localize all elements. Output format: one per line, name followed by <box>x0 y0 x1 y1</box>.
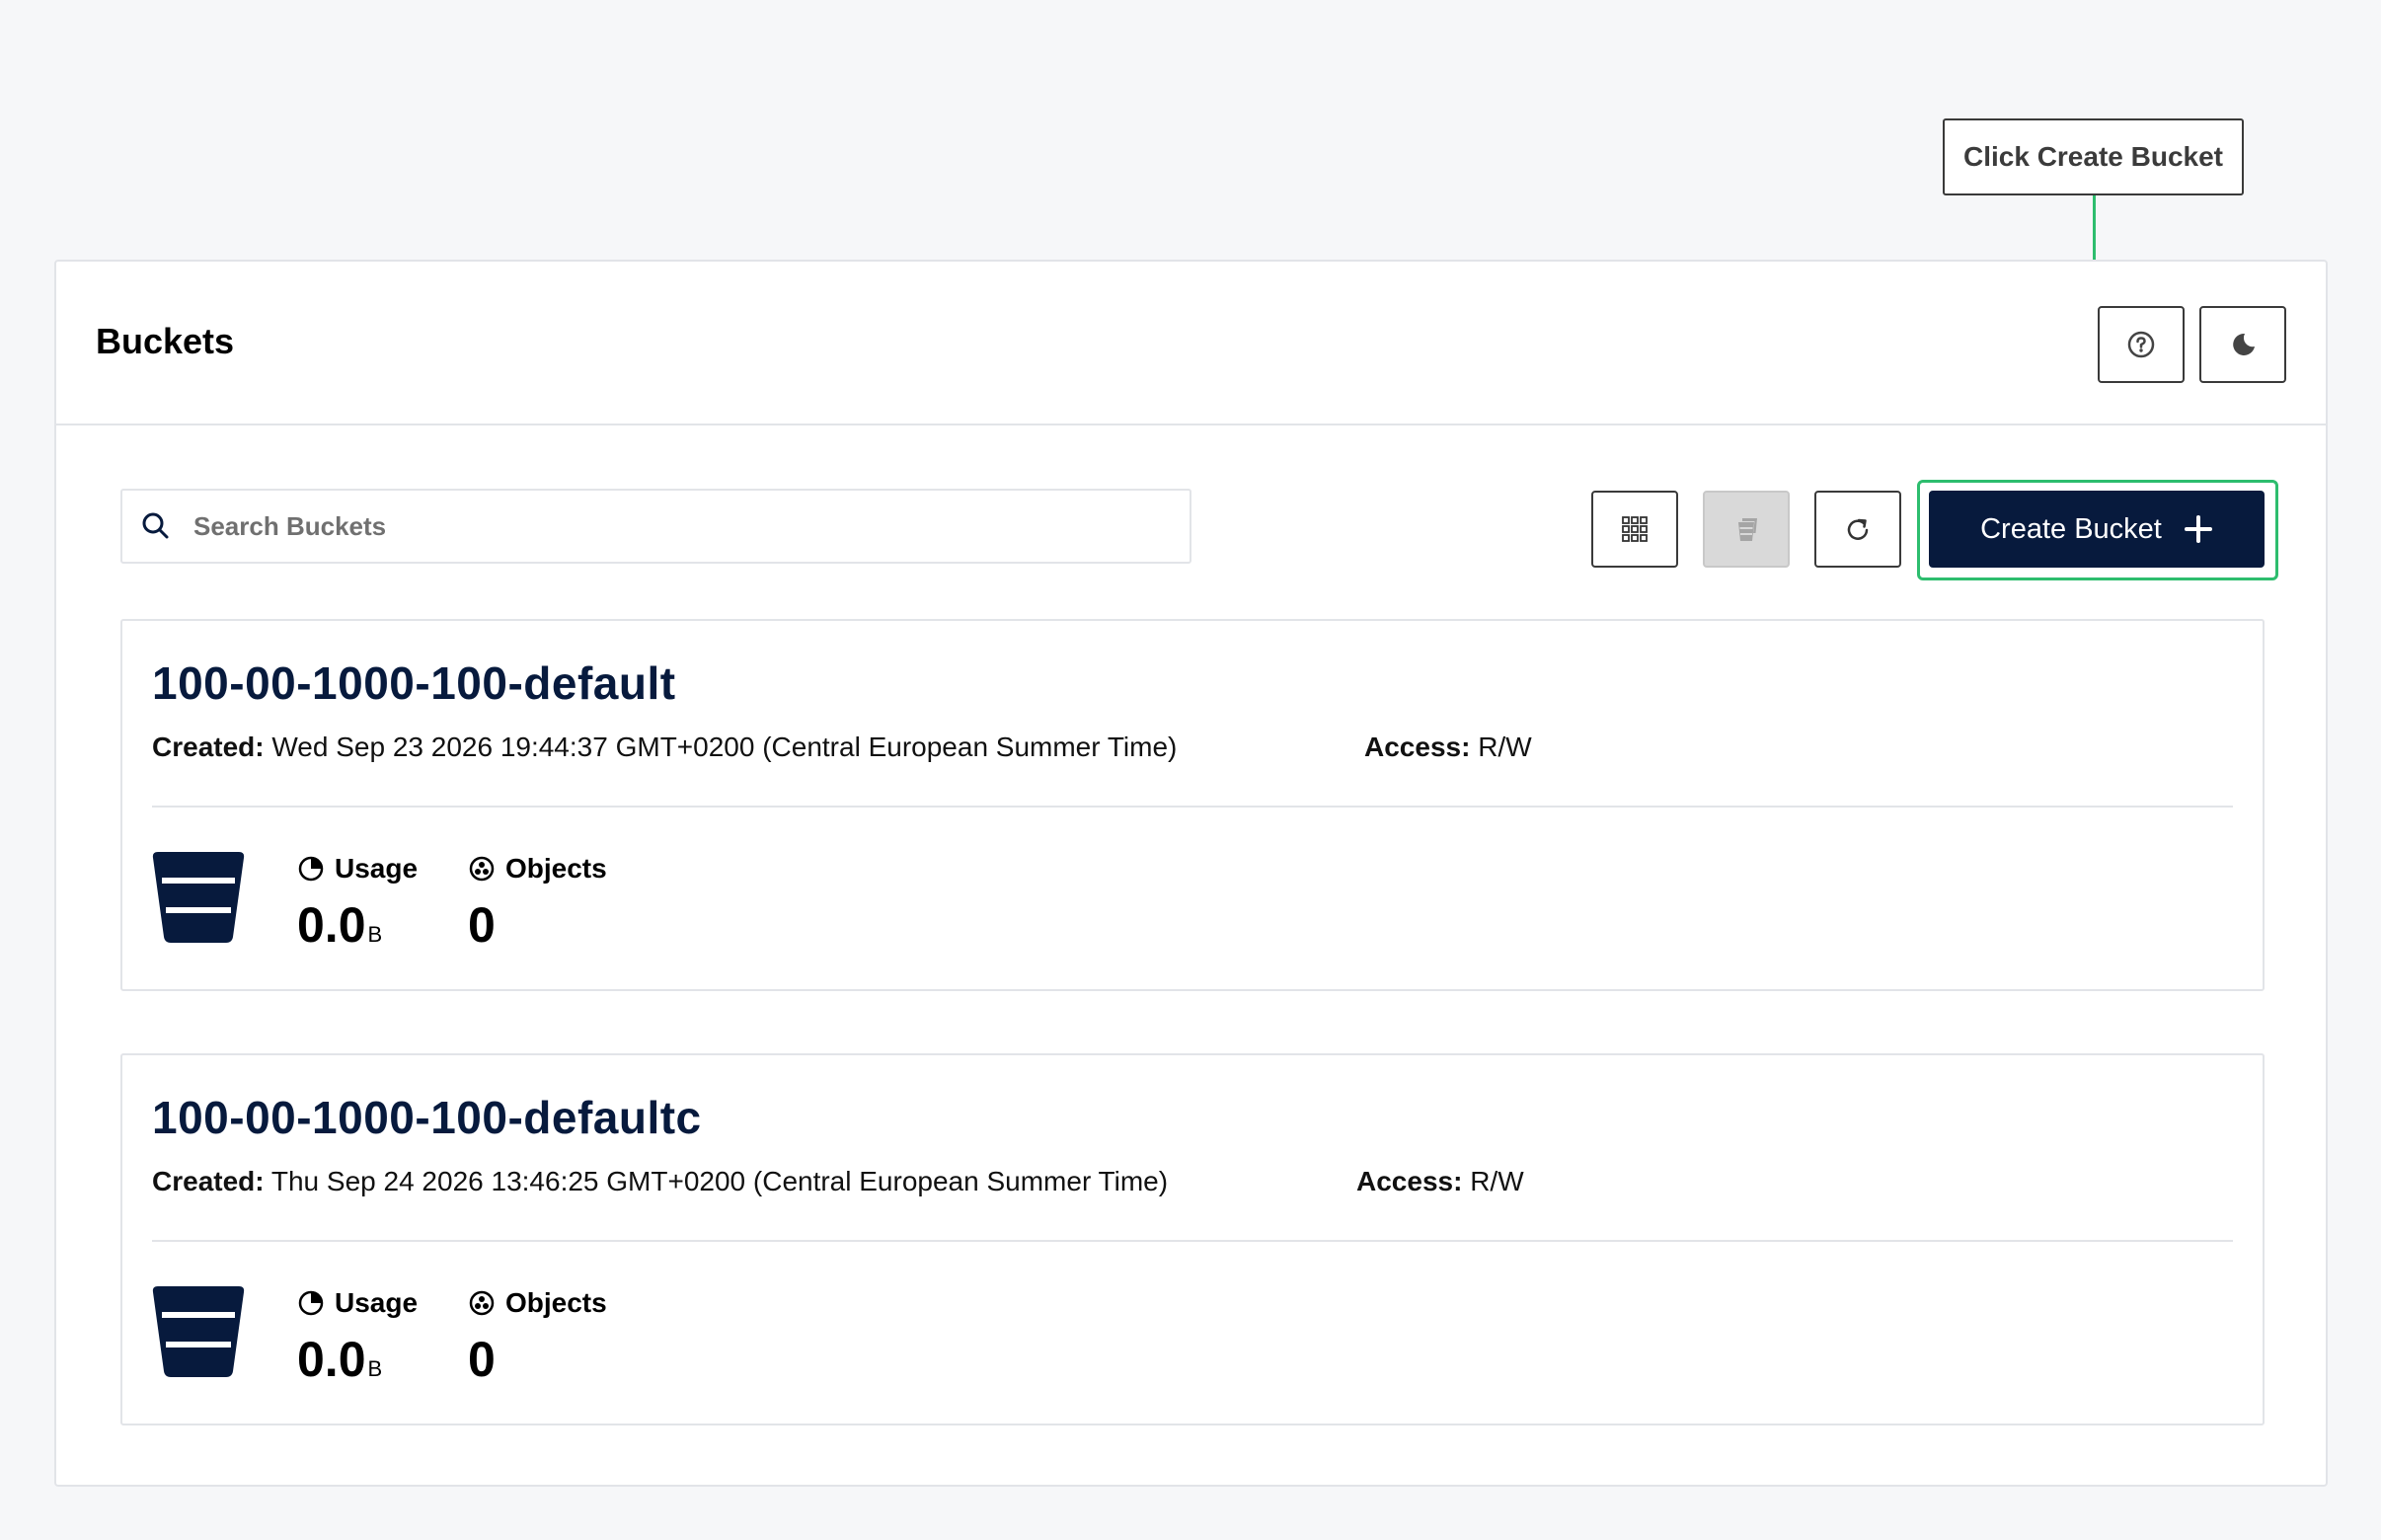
usage-unit: B <box>367 922 383 947</box>
create-bucket-label: Create Bucket <box>1980 512 2162 545</box>
usage-label-row: Usage <box>297 1287 418 1319</box>
bucket-card[interactable]: 100-00-1000-100-defaultc Created: Thu Se… <box>120 1053 2265 1425</box>
bucket-stack-icon <box>1730 513 1762 545</box>
objects-stat: Objects 0 <box>468 1287 607 1388</box>
select-multiple-button[interactable] <box>1591 491 1678 568</box>
create-bucket-button[interactable]: Create Bucket <box>1929 491 2265 568</box>
access-label: Access: <box>1364 732 1471 762</box>
usage-stat: Usage 0.0B <box>297 1287 418 1388</box>
refresh-icon <box>1843 514 1873 544</box>
panel-header: Buckets <box>56 262 2326 425</box>
bucket-icon <box>152 850 245 950</box>
question-circle-icon <box>2126 330 2156 359</box>
created-label: Created: <box>152 732 265 762</box>
grid-icon <box>1620 514 1650 544</box>
buckets-panel: Buckets Search Buckets Create Bucket 100… <box>54 260 2328 1487</box>
created-value: Wed Sep 23 2026 19:44:37 GMT+0200 (Centr… <box>271 732 1178 762</box>
pie-chart-icon <box>297 1289 325 1317</box>
created-value: Thu Sep 24 2026 13:46:25 GMT+0200 (Centr… <box>270 1166 1169 1196</box>
search-icon <box>140 510 172 542</box>
created-label: Created: <box>152 1166 265 1196</box>
access-label: Access: <box>1356 1166 1463 1196</box>
page-title: Buckets <box>96 321 235 361</box>
bucket-card[interactable]: 100-00-1000-100-default Created: Wed Sep… <box>120 619 2265 991</box>
objects-icon <box>468 855 496 883</box>
usage-value-row: 0.0B <box>297 896 418 954</box>
bucket-created: Created: Wed Sep 23 2026 19:44:37 GMT+02… <box>152 732 1177 763</box>
refresh-button[interactable] <box>1814 491 1901 568</box>
plus-icon <box>2184 514 2213 544</box>
bucket-name[interactable]: 100-00-1000-100-defaultc <box>152 1091 702 1144</box>
objects-label: Objects <box>505 1287 607 1318</box>
pie-chart-icon <box>297 855 325 883</box>
usage-label: Usage <box>335 853 419 884</box>
access-value: R/W <box>1478 732 1532 762</box>
objects-value: 0 <box>468 897 496 953</box>
objects-value: 0 <box>468 1332 496 1387</box>
bucket-name[interactable]: 100-00-1000-100-default <box>152 656 676 710</box>
usage-value-row: 0.0B <box>297 1331 418 1388</box>
help-button[interactable] <box>2098 306 2185 383</box>
usage-label-row: Usage <box>297 853 418 885</box>
bulk-bucket-button[interactable] <box>1703 491 1790 568</box>
callout-text: Click Create Bucket <box>1962 141 2223 172</box>
usage-value: 0.0 <box>297 897 366 953</box>
search-input[interactable] <box>192 509 1084 543</box>
divider <box>152 806 2233 808</box>
objects-icon <box>468 1289 496 1317</box>
usage-label: Usage <box>335 1287 419 1318</box>
bucket-access: Access: R/W <box>1364 732 1532 763</box>
usage-unit: B <box>367 1356 383 1381</box>
objects-label-row: Objects <box>468 853 607 885</box>
objects-label-row: Objects <box>468 1287 607 1319</box>
usage-value: 0.0 <box>297 1332 366 1387</box>
search-field[interactable] <box>120 489 1191 564</box>
bucket-icon <box>152 1284 245 1384</box>
objects-stat: Objects 0 <box>468 853 607 954</box>
moon-icon <box>2228 330 2258 359</box>
access-value: R/W <box>1470 1166 1524 1196</box>
divider <box>152 1240 2233 1242</box>
usage-stat: Usage 0.0B <box>297 853 418 954</box>
theme-toggle-button[interactable] <box>2199 306 2286 383</box>
instruction-callout: Click Create Bucket <box>1943 118 2244 195</box>
bucket-created: Created: Thu Sep 24 2026 13:46:25 GMT+02… <box>152 1166 1168 1197</box>
objects-label: Objects <box>505 853 607 884</box>
bucket-access: Access: R/W <box>1356 1166 1524 1197</box>
